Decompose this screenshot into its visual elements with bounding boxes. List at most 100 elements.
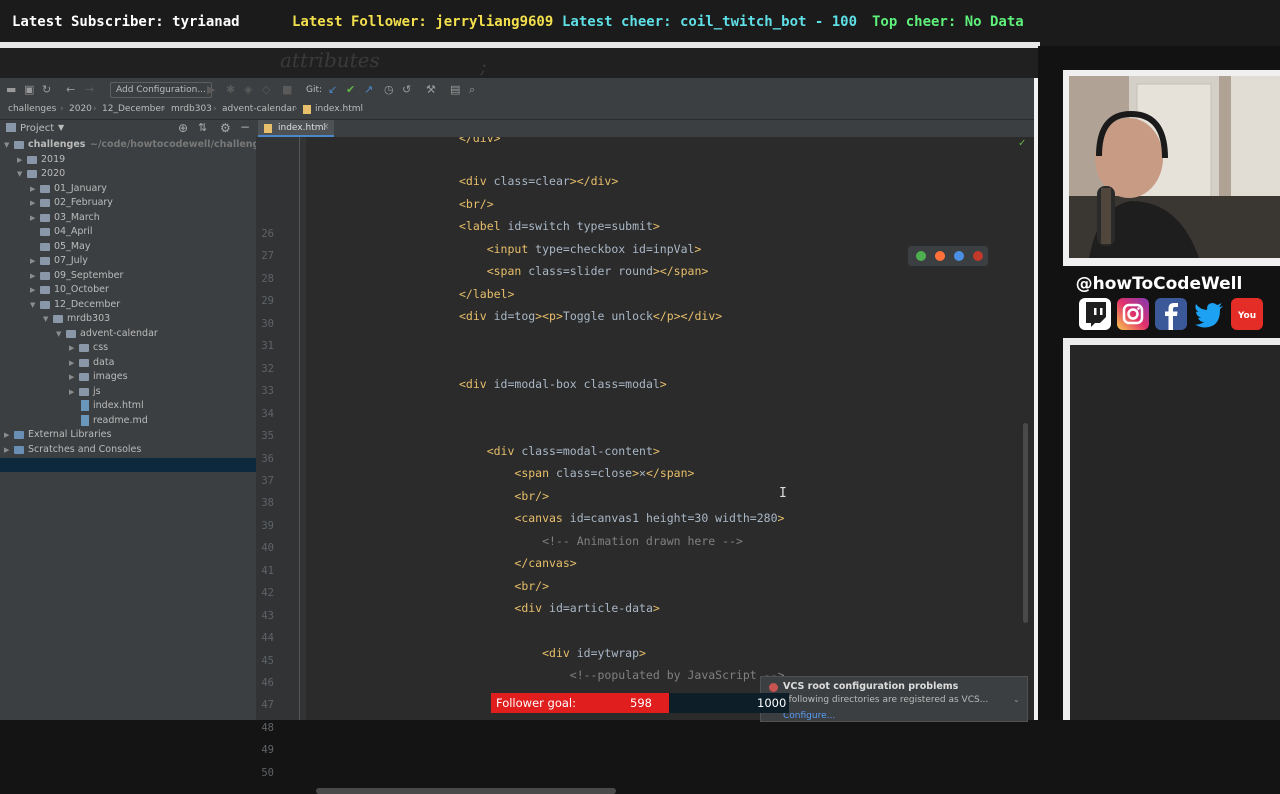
collapse-icon[interactable]: ⇅ [198,121,207,134]
profile-icon[interactable]: ◇ [262,83,270,97]
open-folder-icon[interactable]: ▬ [6,83,16,97]
file-icon [81,400,89,411]
webcam-feed [1069,76,1280,258]
line-number: 38 [261,497,274,510]
line-number: 42 [261,587,274,600]
tab-index-html[interactable]: index.html × [258,120,334,137]
chevron-down-icon[interactable]: ▼ [43,312,48,326]
stop-icon[interactable]: ■ [282,83,292,97]
save-icon[interactable]: ▣ [24,83,34,97]
code-line: <span class=close>×</span> [514,466,695,481]
chevron-right-icon[interactable]: ▶ [4,428,9,442]
chevron-down-icon[interactable]: ⌄ [1013,695,1020,704]
rollback-icon[interactable]: ↺ [402,83,411,97]
project-view-selector[interactable]: Project [20,123,54,134]
breadcrumb-item[interactable]: index.html [315,104,363,114]
html-file-icon [303,105,311,114]
search-icon[interactable]: ⌕ [469,83,475,97]
chevron-down-icon[interactable]: ▼ [30,298,35,312]
breadcrumb-item[interactable]: 2020 [69,104,92,114]
inspection-ok-icon[interactable]: ✓ [1018,138,1026,149]
code-line: <!--populated by JavaScript --> [459,668,785,683]
twitch-icon [1079,298,1111,330]
opera-icon[interactable] [973,251,983,261]
chevron-right-icon[interactable]: ▶ [30,182,35,196]
chevron-right-icon[interactable]: ▶ [30,211,35,225]
line-number: 44 [261,632,274,645]
code-editor[interactable]: </div> <div class=clear></div> <br/> <labe… [306,137,1020,720]
debug-icon[interactable]: ✱ [226,83,235,97]
history-icon[interactable]: ◷ [384,83,394,97]
vcs-notification[interactable]: VCS root configuration problems The foll… [760,676,1028,722]
alerts-bar: Latest Subscriber: tyrianad Latest Follo… [0,0,1280,46]
code-line: <span class=slider round></span> [486,264,709,279]
code-line: <div class=clear></div> [459,174,619,189]
tree-item-label: External Libraries [28,429,112,440]
code-line: <div id=article-data> [514,601,660,615]
line-number: 36 [261,452,274,465]
wrench-icon[interactable]: ⚒ [426,83,436,97]
chevron-down-icon[interactable]: ▼ [17,167,22,181]
sync-icon[interactable]: ↻ [42,83,51,97]
tree-item-label: readme.md [93,414,148,426]
editor-tabs: index.html × [256,120,1034,137]
chevron-right-icon[interactable]: ▶ [69,385,74,399]
back-arrow-icon[interactable]: ← [66,83,75,97]
breadcrumb: challenges › 2020 › 12_December › mrdb30… [0,102,1034,120]
tree-item-label: 05_May [54,240,91,252]
hide-icon[interactable]: − [240,120,250,134]
breadcrumb-item[interactable]: mrdb303 [171,104,212,114]
chevron-right-icon[interactable]: ▶ [69,370,74,384]
library-icon [14,445,24,454]
safari-icon[interactable] [954,251,964,261]
chevron-right-icon[interactable]: ▶ [17,153,22,167]
chevron-right-icon[interactable]: ▶ [69,341,74,355]
line-number: 30 [261,317,274,330]
coverage-icon[interactable]: ◈ [244,83,252,97]
gear-icon[interactable]: ⚙ [220,121,231,135]
ide-toolbar: ▬ ▣ ↻ ← → Add Configuration... ▶ ✱ ◈ ◇ ■… [0,78,1034,103]
horizontal-scrollbar[interactable] [316,788,616,794]
html-file-icon [264,124,272,133]
tree-item-label: index.html [93,400,144,411]
breadcrumb-item[interactable]: challenges [8,104,56,114]
goal-current: 598 [630,696,652,710]
breadcrumb-item[interactable]: advent-calendar [222,104,296,114]
text-cursor-icon: I [779,486,787,501]
code-line: <br/> [514,488,550,503]
code-line: </label> [459,286,515,301]
chevron-down-icon[interactable]: ▼ [4,138,9,152]
tree-item-label: Scratches and Consoles [28,443,142,455]
webcam-person-image [1069,76,1280,258]
close-icon[interactable]: × [322,122,330,132]
chevron-right-icon[interactable]: ▶ [30,283,35,297]
folder-icon [40,199,50,207]
firefox-icon[interactable] [935,251,945,261]
git-push-icon[interactable]: ↗ [364,83,373,97]
breadcrumb-item[interactable]: 12_December [102,104,165,114]
structure-icon[interactable]: ▤ [450,83,460,97]
project-panel-header: Project ▼ ⊕ ⇅ ⚙ − [0,120,256,137]
chat-panel [1070,345,1280,720]
error-icon [769,683,778,692]
locate-icon[interactable]: ⊕ [178,121,188,135]
chevron-down-icon[interactable]: ▼ [56,327,61,341]
chevron-down-icon[interactable]: ▼ [58,123,64,132]
chevron-right-icon[interactable]: ▶ [30,269,35,283]
code-line: <div class=modal-content> [486,443,660,458]
line-number: 33 [261,385,274,398]
chevron-right-icon[interactable]: ▶ [69,356,74,370]
browser-preview-bar [908,246,988,266]
scrollbar-thumb[interactable] [1023,423,1028,623]
git-update-icon[interactable]: ↙ [328,83,337,97]
chevron-right-icon[interactable]: ▶ [30,196,35,210]
chrome-icon[interactable] [916,251,926,261]
forward-arrow-icon[interactable]: → [85,83,94,97]
add-configuration-button[interactable]: Add Configuration... [110,82,212,98]
git-commit-icon[interactable]: ✔ [346,83,355,97]
chevron-right-icon[interactable]: ▶ [30,254,35,268]
tree-item-label: 2019 [41,153,66,165]
run-icon[interactable]: ▶ [207,83,215,97]
line-number: 50 [261,766,274,779]
chevron-right-icon[interactable]: ▶ [4,443,9,457]
